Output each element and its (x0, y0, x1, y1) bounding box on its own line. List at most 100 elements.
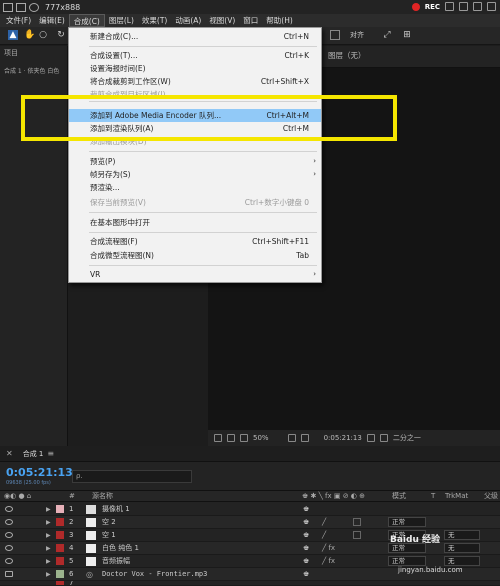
layer-name[interactable]: 音频振幅 (102, 556, 130, 566)
expand-icon[interactable]: ⤢ (382, 30, 392, 40)
visibility-eye-icon[interactable] (5, 545, 13, 551)
project-tab[interactable]: 项目 (4, 48, 18, 58)
menu-set-poster-time[interactable]: 设置海报时间(E) (69, 62, 321, 75)
menu-animation[interactable]: 动画(A) (171, 14, 205, 27)
menu-composition[interactable]: 合成(C) (68, 14, 105, 27)
layer-name[interactable]: Doctor Vox - Frontier.mp3 (102, 570, 207, 578)
layer-search-input[interactable]: ρ. (72, 470, 192, 483)
visibility-eye-icon[interactable] (5, 519, 13, 525)
layer-tab[interactable]: 图层（无） (328, 50, 366, 61)
audio-speaker-icon[interactable] (5, 571, 13, 577)
align-checkbox[interactable] (330, 30, 340, 40)
layer-row[interactable]: ▶ 1 摄像机 1 ♚ (0, 503, 500, 516)
label-color[interactable] (56, 557, 64, 565)
menu-file[interactable]: 文件(F) (2, 14, 35, 27)
trkmat-select[interactable]: 无 (444, 543, 480, 553)
label-color[interactable] (56, 544, 64, 552)
grid-icon[interactable] (227, 434, 235, 442)
label-color[interactable] (56, 505, 64, 513)
fx-icon[interactable]: ╱ fx (322, 557, 335, 565)
shy-icon[interactable]: ♚ (303, 531, 309, 539)
close-icon[interactable] (487, 2, 496, 11)
shy-icon[interactable]: ♚ (303, 505, 309, 513)
expand-arrow-icon[interactable]: ▶ (46, 558, 51, 565)
expand-arrow-icon[interactable]: ▶ (46, 519, 51, 526)
layer-name[interactable]: 摄像机 1 (102, 504, 130, 514)
3d-layer-checkbox[interactable] (353, 518, 361, 526)
search-icon[interactable] (29, 2, 39, 12)
menu-edit[interactable]: 编辑(E) (35, 14, 69, 27)
3d-layer-checkbox[interactable] (353, 531, 361, 539)
channel-icon[interactable] (379, 434, 388, 442)
layer-name[interactable]: 空 1 (102, 530, 116, 540)
menu-open-in-essential-graphics[interactable]: 在基本图形中打开 (69, 216, 321, 229)
trkmat-select[interactable]: 无 (444, 530, 480, 540)
layer-name[interactable]: 白色 纯色 1 (102, 543, 139, 553)
shy-icon[interactable]: ♚ (303, 544, 309, 552)
resolution-select[interactable]: 二分之一 (393, 433, 421, 443)
mask-icon[interactable] (240, 434, 248, 442)
fit-icon[interactable] (287, 434, 296, 442)
layer-name[interactable]: 空 2 (102, 517, 116, 527)
expand-arrow-icon[interactable]: ▶ (46, 532, 51, 539)
zoom-level[interactable]: 50% (253, 434, 269, 442)
blend-mode-select[interactable]: 正常 (388, 517, 426, 527)
menu-separator (89, 151, 317, 152)
menu-pre-render[interactable]: 预渲染... (69, 181, 321, 194)
menu-window[interactable]: 窗口 (239, 14, 262, 27)
label-color[interactable] (56, 531, 64, 539)
label-color[interactable] (56, 581, 64, 585)
expand-arrow-icon[interactable]: ▶ (46, 571, 51, 578)
viewer-time[interactable]: 0:05:21:13 (324, 434, 362, 442)
record-icon[interactable] (411, 2, 420, 11)
menu-trim-comp-to-work-area[interactable]: 将合成裁剪到工作区(W) Ctrl+Shift+X (69, 75, 321, 88)
visibility-eye-icon[interactable] (5, 532, 13, 538)
trkmat-select[interactable]: 无 (444, 556, 480, 566)
menu-view[interactable]: 视图(V) (205, 14, 239, 27)
label-color[interactable] (56, 518, 64, 526)
menu-new-composition[interactable]: 新建合成(C)... Ctrl+N (69, 30, 321, 43)
expand-arrow-icon[interactable]: ▶ (46, 506, 51, 513)
visibility-eye-icon[interactable] (5, 558, 13, 564)
menu-vr[interactable]: VR › (69, 268, 321, 281)
visibility-eye-icon[interactable] (5, 506, 13, 512)
expand-arrow-icon[interactable]: ▶ (46, 545, 51, 552)
record-label[interactable]: REC (425, 3, 440, 11)
quality-icon[interactable]: ╱ (322, 531, 326, 539)
selection-tool-icon[interactable]: ▲ (8, 30, 18, 40)
current-timecode[interactable]: 0:05:21:13 (6, 466, 73, 479)
shy-icon[interactable]: ♚ (303, 557, 309, 565)
close-icon[interactable]: ✕ (6, 449, 13, 458)
menu-separator (89, 232, 317, 233)
menu-help[interactable]: 帮助(H) (262, 14, 297, 27)
magnify-icon[interactable] (214, 434, 222, 442)
menu-composition-settings[interactable]: 合成设置(T)... Ctrl+K (69, 49, 321, 62)
menu-preview[interactable]: 预览(P) › (69, 155, 321, 168)
comp-tab[interactable]: 合成 1 (23, 449, 44, 459)
edit-icon[interactable] (473, 2, 482, 11)
hand-tool-icon[interactable]: ✋ (24, 30, 35, 40)
pause-icon[interactable] (459, 2, 468, 11)
region-icon[interactable] (300, 434, 309, 442)
quality-icon[interactable]: ╱ (322, 518, 326, 526)
camera-icon[interactable] (445, 2, 454, 11)
null-layer-swatch (86, 530, 96, 540)
rotate-tool-icon[interactable]: ↻ (56, 30, 66, 40)
layer-row[interactable]: ▶ 2 空 2 ♚ ╱ 正常 (0, 516, 500, 529)
menu-comp-mini-flowchart[interactable]: 合成微型流程图(N) Tab (69, 249, 321, 262)
blend-mode-select[interactable]: 正常 (388, 556, 426, 566)
snapshot-icon[interactable] (366, 434, 375, 442)
menu-layer[interactable]: 图层(L) (105, 14, 138, 27)
source-name-header[interactable]: 源名称 (92, 491, 113, 501)
menu-icon[interactable]: ≡ (47, 449, 54, 458)
zoom-tool-icon[interactable]: ○ (38, 30, 48, 40)
shy-icon[interactable]: ♚ (303, 518, 309, 526)
menu-effect[interactable]: 效果(T) (138, 14, 171, 27)
shy-icon[interactable]: ♚ (303, 570, 309, 578)
fx-icon[interactable]: ╱ fx (322, 544, 335, 552)
menu-comp-flowchart[interactable]: 合成流程图(F) Ctrl+Shift+F11 (69, 235, 321, 248)
label-color[interactable] (56, 570, 64, 578)
menu-save-frame-as[interactable]: 帧另存为(S) › (69, 168, 321, 181)
snap-icon[interactable]: ⊞ (402, 30, 412, 40)
layer-row[interactable]: 7 (0, 581, 500, 586)
